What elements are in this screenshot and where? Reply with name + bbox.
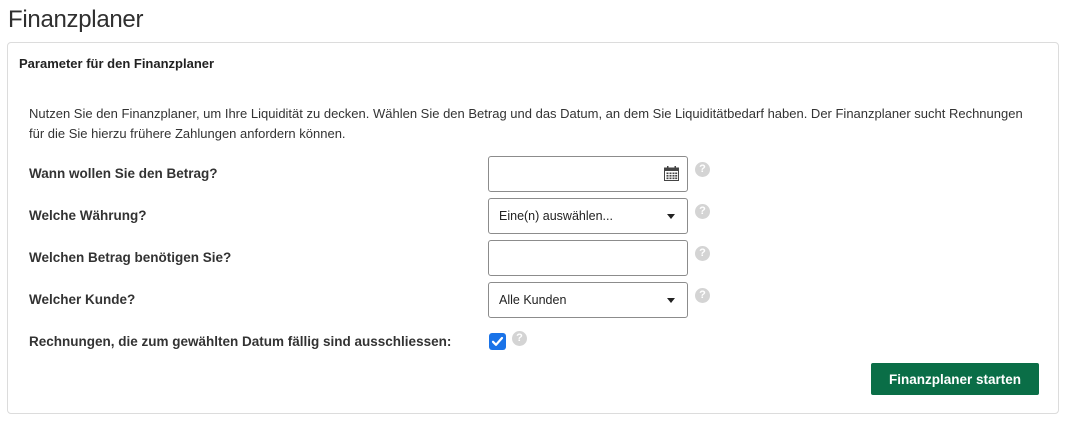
calendar-icon[interactable] <box>664 166 679 181</box>
start-planner-button[interactable]: Finanzplaner starten <box>871 363 1039 395</box>
amount-label: Welchen Betrag benötigen Sie? <box>29 250 232 265</box>
help-icon-amount[interactable]: ? <box>695 246 710 261</box>
exclude-due-checkbox[interactable] <box>489 333 506 350</box>
panel-heading: Parameter für den Finanzplaner <box>19 56 215 71</box>
chevron-down-icon <box>667 214 675 219</box>
currency-label: Welche Währung? <box>29 208 147 223</box>
help-icon-currency[interactable]: ? <box>695 204 710 219</box>
exclude-due-label: Rechnungen, die zum gewählten Datum fäll… <box>29 334 452 349</box>
page-title: Finanzplaner <box>8 6 144 33</box>
chevron-down-icon <box>667 298 675 303</box>
date-label: Wann wollen Sie den Betrag? <box>29 166 218 181</box>
amount-field[interactable] <box>488 240 688 276</box>
customer-selected-value: Alle Kunden <box>499 293 567 307</box>
help-icon-date[interactable]: ? <box>695 162 710 177</box>
finanzplaner-panel: Parameter für den Finanzplaner Nutzen Si… <box>7 42 1059 414</box>
help-icon-customer[interactable]: ? <box>695 288 710 303</box>
currency-select[interactable]: Eine(n) auswählen... <box>488 198 688 234</box>
date-field[interactable] <box>488 156 688 192</box>
customer-select[interactable]: Alle Kunden <box>488 282 688 318</box>
help-icon-exclude-due[interactable]: ? <box>512 331 527 346</box>
checkmark-icon <box>491 336 504 346</box>
customer-label: Welcher Kunde? <box>29 292 136 307</box>
intro-text: Nutzen Sie den Finanzplaner, um Ihre Liq… <box>29 106 1023 141</box>
currency-selected-value: Eine(n) auswählen... <box>499 209 613 223</box>
